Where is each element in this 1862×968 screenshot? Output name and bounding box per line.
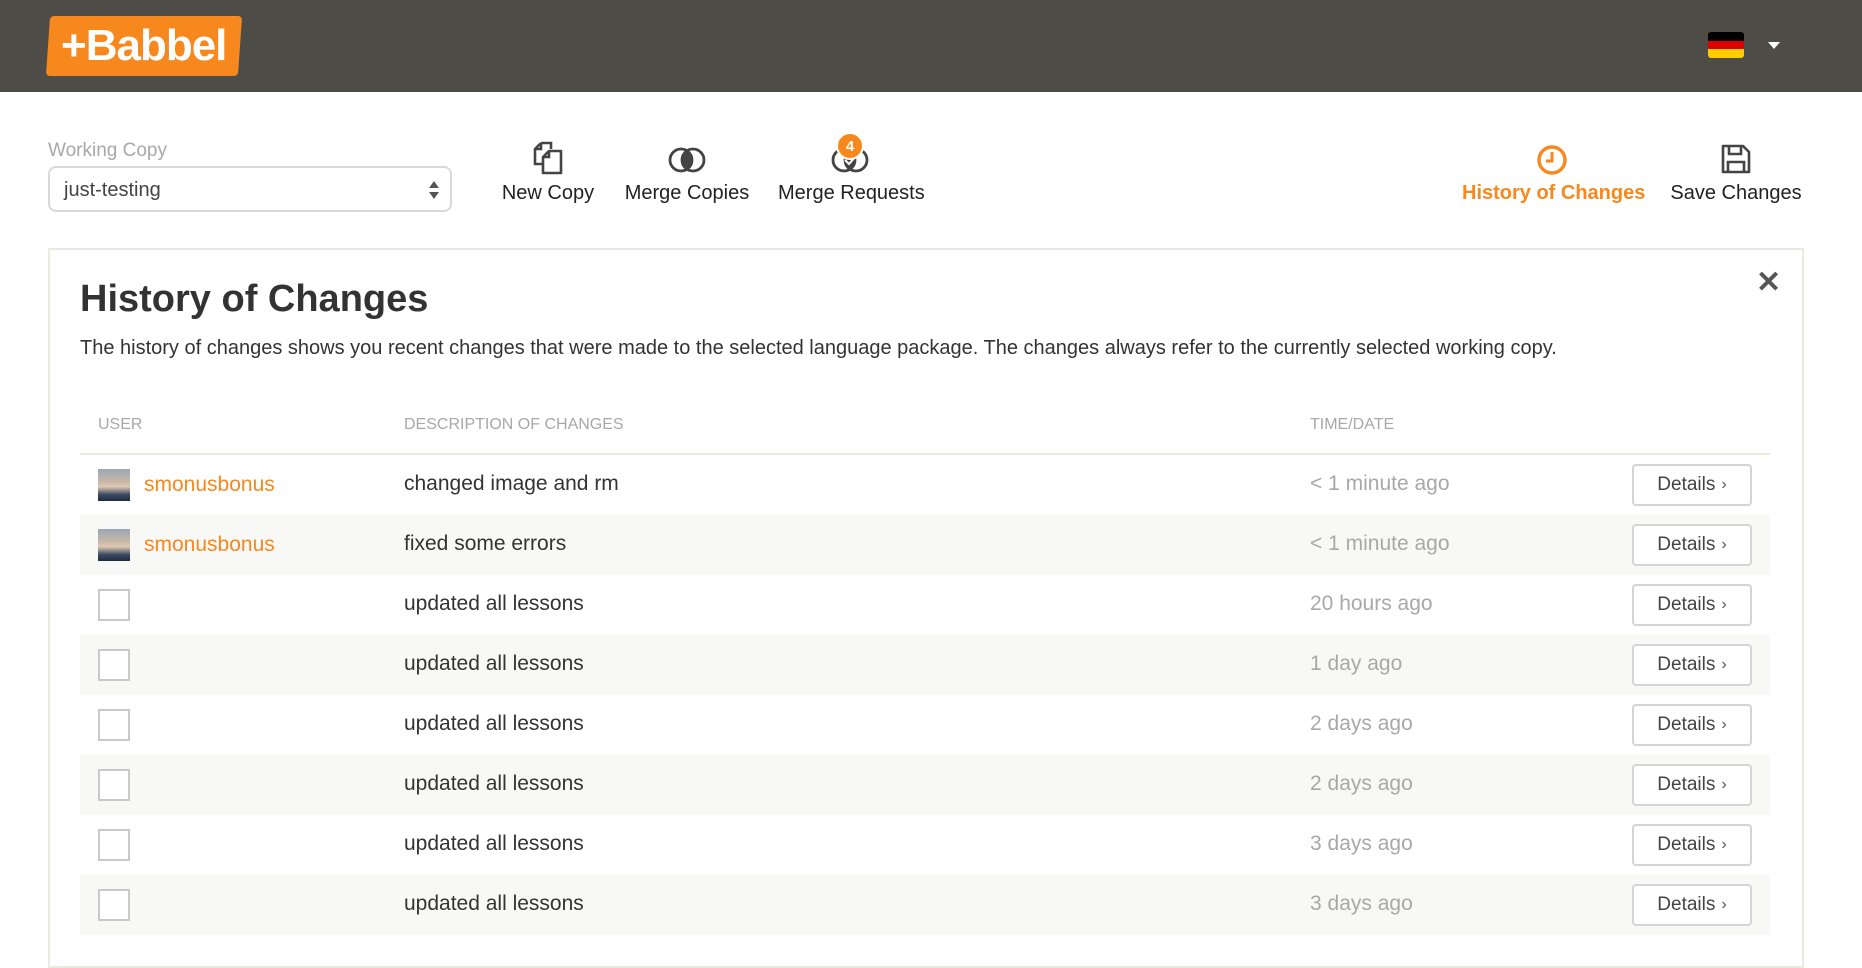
avatar-placeholder xyxy=(98,769,130,801)
new-copy-label: New Copy xyxy=(501,182,595,204)
change-time: 3 days ago xyxy=(1310,892,1413,915)
table-row: updated all lessons 2 days ago Details › xyxy=(80,755,1770,815)
save-changes-label: Save Changes xyxy=(1670,182,1802,204)
user-cell: smonusbonus xyxy=(98,469,275,501)
avatar xyxy=(98,469,130,501)
table-row: updated all lessons 1 day ago Details › xyxy=(80,635,1770,695)
details-label: Details xyxy=(1657,594,1716,615)
change-time: 20 hours ago xyxy=(1310,592,1433,615)
details-button[interactable]: Details › xyxy=(1632,704,1752,746)
chevron-right-icon: › xyxy=(1721,656,1727,673)
column-header-user: User xyxy=(98,416,143,433)
change-time: 2 days ago xyxy=(1310,772,1413,795)
avatar-placeholder xyxy=(98,709,130,741)
change-time: < 1 minute ago xyxy=(1310,472,1450,495)
history-of-changes-button[interactable]: History of Changes xyxy=(1462,140,1646,205)
user-cell xyxy=(98,829,130,861)
chevron-right-icon: › xyxy=(1721,536,1727,553)
table-row: updated all lessons 2 days ago Details › xyxy=(80,695,1770,755)
history-of-changes-label: History of Changes xyxy=(1462,182,1646,204)
table-row: updated all lessons 3 days ago Details › xyxy=(80,875,1770,935)
change-description: updated all lessons xyxy=(404,772,584,795)
working-copy-label: Working Copy xyxy=(48,140,167,161)
change-description: updated all lessons xyxy=(404,832,584,855)
user-cell xyxy=(98,709,130,741)
change-description: updated all lessons xyxy=(404,652,584,675)
details-label: Details xyxy=(1657,834,1716,855)
details-button[interactable]: Details › xyxy=(1632,584,1752,626)
table-row: updated all lessons 3 days ago Details › xyxy=(80,815,1770,875)
logo-text: +Babbel xyxy=(61,21,227,70)
details-label: Details xyxy=(1657,474,1716,495)
username-link[interactable]: smonusbonus xyxy=(144,473,275,497)
avatar-placeholder xyxy=(98,889,130,921)
user-cell xyxy=(98,649,130,681)
change-time: 1 day ago xyxy=(1310,652,1403,675)
details-label: Details xyxy=(1657,534,1716,555)
table-row: updated all lessons 20 hours ago Details… xyxy=(80,575,1770,635)
details-label: Details xyxy=(1657,774,1716,795)
column-header-description: Description of changes xyxy=(404,416,624,433)
change-description: updated all lessons xyxy=(404,592,584,615)
save-icon xyxy=(1670,140,1802,178)
chevron-right-icon: › xyxy=(1721,716,1727,733)
username-link[interactable]: smonusbonus xyxy=(144,533,275,557)
merge-copies-icon xyxy=(622,140,752,178)
details-label: Details xyxy=(1657,654,1716,675)
details-label: Details xyxy=(1657,714,1716,735)
chevron-down-icon[interactable] xyxy=(1768,42,1780,49)
change-description: updated all lessons xyxy=(404,892,584,915)
change-description: fixed some errors xyxy=(404,532,567,555)
user-cell: smonusbonus xyxy=(98,529,275,561)
avatar-placeholder xyxy=(98,589,130,621)
details-button[interactable]: Details › xyxy=(1632,464,1752,506)
user-cell xyxy=(98,769,130,801)
germany-flag-icon[interactable] xyxy=(1708,32,1744,58)
new-copy-button[interactable]: New Copy xyxy=(498,140,598,205)
details-button[interactable]: Details › xyxy=(1632,764,1752,806)
new-copy-icon xyxy=(498,140,598,178)
change-time: < 1 minute ago xyxy=(1310,532,1450,555)
details-button[interactable]: Details › xyxy=(1632,524,1752,566)
merge-requests-badge: 4 xyxy=(836,132,864,160)
table-row: smonusbonus changed image and rm < 1 min… xyxy=(80,455,1770,515)
user-cell xyxy=(98,589,130,621)
working-copy-select[interactable]: just-testing xyxy=(48,166,452,212)
details-button[interactable]: Details › xyxy=(1632,644,1752,686)
close-icon[interactable]: ✕ xyxy=(1756,268,1781,298)
merge-requests-label: Merge Requests xyxy=(778,182,925,204)
merge-requests-button[interactable]: 4 Merge Requests xyxy=(778,132,925,205)
chevron-right-icon: › xyxy=(1721,836,1727,853)
babbel-logo[interactable]: +Babbel xyxy=(45,16,243,76)
save-changes-button[interactable]: Save Changes xyxy=(1670,140,1802,205)
merge-copies-button[interactable]: Merge Copies xyxy=(622,140,752,205)
column-header-time: Time/Date xyxy=(1310,416,1395,433)
details-button[interactable]: Details › xyxy=(1632,824,1752,866)
chevron-right-icon: › xyxy=(1721,476,1727,493)
change-description: changed image and rm xyxy=(404,472,619,495)
panel-description: The history of changes shows you recent … xyxy=(80,337,1557,359)
avatar-placeholder xyxy=(98,649,130,681)
change-description: updated all lessons xyxy=(404,712,584,735)
table-row: smonusbonus fixed some errors < 1 minute… xyxy=(80,515,1770,575)
history-table: smonusbonus changed image and rm < 1 min… xyxy=(80,455,1770,935)
working-copy-value: just-testing xyxy=(64,179,161,201)
merge-copies-label: Merge Copies xyxy=(624,182,750,204)
user-cell xyxy=(98,889,130,921)
details-button[interactable]: Details › xyxy=(1632,884,1752,926)
avatar-placeholder xyxy=(98,829,130,861)
chevron-right-icon: › xyxy=(1721,596,1727,613)
change-time: 3 days ago xyxy=(1310,832,1413,855)
select-arrows-icon xyxy=(428,178,440,202)
chevron-right-icon: › xyxy=(1721,776,1727,793)
change-time: 2 days ago xyxy=(1310,712,1413,735)
clock-icon xyxy=(1462,140,1642,178)
chevron-right-icon: › xyxy=(1721,896,1727,913)
merge-requests-icon: 4 xyxy=(778,132,922,178)
details-label: Details xyxy=(1657,894,1716,915)
avatar xyxy=(98,529,130,561)
panel-title: History of Changes xyxy=(80,278,429,320)
top-bar: +Babbel xyxy=(0,0,1862,92)
